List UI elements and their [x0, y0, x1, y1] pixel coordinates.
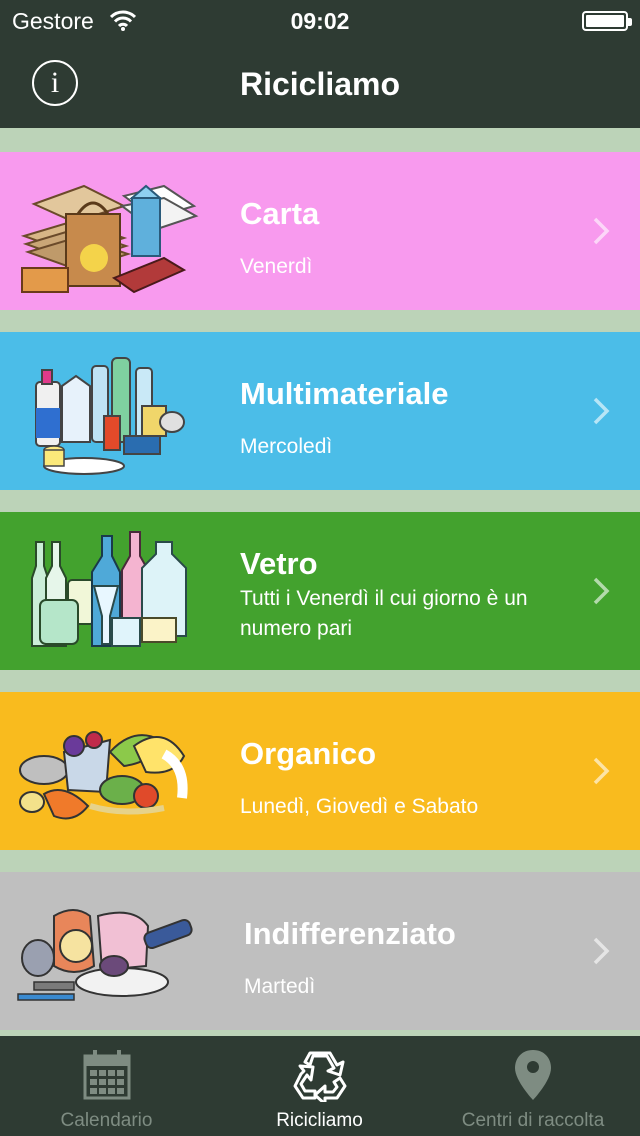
- page-title: Ricicliamo: [239, 66, 401, 102]
- top-bar: Gestore 09:02 i Ricicliamo: [0, 0, 640, 128]
- battery-icon: [582, 11, 632, 31]
- category-row-multimateriale[interactable]: Multimateriale Mercoledì: [0, 332, 640, 490]
- category-schedule: Martedì: [244, 975, 316, 998]
- category-name: Organico: [240, 736, 377, 771]
- category-schedule: Lunedì, Giovedì e Sabato: [240, 795, 479, 818]
- organic-waste-illustration: [19, 731, 188, 820]
- recycle-icon: [293, 1051, 346, 1102]
- tab-bar: Calendario Ricicliamo Centri di raccolta: [0, 1036, 640, 1136]
- chevron-right-icon: [593, 397, 610, 425]
- tab-centri-di-raccolta[interactable]: Centri di raccolta: [426, 1036, 640, 1136]
- waste-category-list: Carta Venerdì Multimateriale Mercoledì V…: [0, 128, 640, 1036]
- tab-label: Calendario: [60, 1110, 153, 1131]
- plastic-metal-waste-illustration: [35, 357, 185, 475]
- tab-calendario[interactable]: Calendario: [0, 1036, 213, 1136]
- calendar-icon: [83, 1050, 130, 1100]
- tab-label: Centri di raccolta: [461, 1110, 605, 1131]
- status-bar: Gestore 09:02: [0, 0, 640, 40]
- category-schedule: Venerdì: [240, 255, 313, 278]
- category-name: Carta: [240, 196, 320, 231]
- category-row-indifferenziato[interactable]: Indifferenziato Martedì: [0, 872, 640, 1030]
- category-row-organico[interactable]: Organico Lunedì, Giovedì e Sabato: [0, 692, 640, 850]
- chevron-right-icon: [593, 577, 610, 605]
- chevron-right-icon: [593, 217, 610, 245]
- status-time: 09:02: [290, 8, 350, 34]
- category-name: Indifferenziato: [244, 916, 456, 951]
- chevron-right-icon: [593, 937, 610, 965]
- tab-ricicliamo[interactable]: Ricicliamo: [213, 1036, 426, 1136]
- glass-waste-illustration: [31, 531, 187, 647]
- category-row-vetro[interactable]: Vetro Tutti i Venerdì il cui giorno è un…: [0, 512, 640, 670]
- mixed-waste-illustration: [17, 909, 193, 1001]
- category-schedule: Tutti i Venerdì il cui giorno è un numer…: [240, 587, 528, 640]
- chevron-right-icon: [593, 757, 610, 785]
- app-screen: Gestore 09:02 i Ricicliamo Carta Venerdì…: [0, 0, 640, 1136]
- category-schedule: Mercoledì: [240, 435, 333, 458]
- category-row-carta[interactable]: Carta Venerdì: [0, 152, 640, 310]
- tab-label: Ricicliamo: [276, 1110, 363, 1131]
- category-name: Vetro: [240, 546, 318, 581]
- navigation-bar: i Ricicliamo: [0, 40, 640, 128]
- paper-waste-illustration: [20, 184, 199, 294]
- map-pin-icon: [515, 1050, 551, 1100]
- category-name: Multimateriale: [240, 376, 449, 411]
